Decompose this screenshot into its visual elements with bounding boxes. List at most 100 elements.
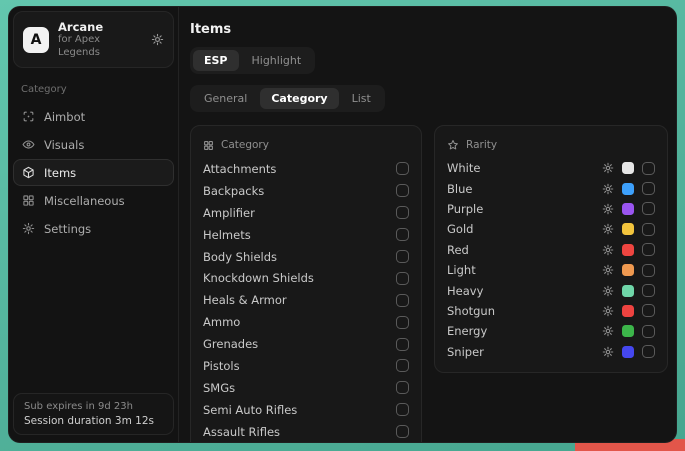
rarity-row-label: Energy <box>447 324 602 338</box>
cube-icon <box>22 166 35 179</box>
panels-row: Category Attachments Backpacks <box>190 125 668 443</box>
app-meta: Arcane for Apex Legends <box>58 20 142 59</box>
app-header-card: A Arcane for Apex Legends <box>13 11 174 68</box>
rarity-row: Energy <box>447 321 655 341</box>
rarity-settings-gear-icon[interactable] <box>602 223 614 235</box>
rarity-panel-header: Rarity <box>447 134 655 156</box>
rarity-checkbox[interactable] <box>642 223 655 236</box>
rarity-color-swatch[interactable] <box>622 223 634 235</box>
category-row: Helmets <box>203 224 409 246</box>
category-checkbox[interactable] <box>396 206 409 219</box>
tab-list[interactable]: List <box>341 88 382 109</box>
rarity-list: White <box>447 158 655 362</box>
category-checkbox[interactable] <box>396 184 409 197</box>
sub-expiry-text: Sub expires in 9d 23h <box>24 401 163 412</box>
rarity-row-controls <box>602 162 655 175</box>
rarity-checkbox[interactable] <box>642 182 655 195</box>
rarity-settings-gear-icon[interactable] <box>602 305 614 317</box>
rarity-row-label: Sniper <box>447 345 602 359</box>
rarity-row: Purple <box>447 199 655 219</box>
category-row-label: Helmets <box>203 228 251 242</box>
rarity-panel-title: Rarity <box>466 139 497 151</box>
rarity-color-swatch[interactable] <box>622 183 634 195</box>
rarity-color-swatch[interactable] <box>622 244 634 256</box>
category-row-label: Backpacks <box>203 184 264 198</box>
rarity-row-controls <box>602 182 655 195</box>
category-checkbox[interactable] <box>396 403 409 416</box>
rarity-checkbox[interactable] <box>642 345 655 358</box>
rarity-panel: Rarity White <box>434 125 668 373</box>
category-checkbox[interactable] <box>396 425 409 438</box>
rarity-settings-gear-icon[interactable] <box>602 183 614 195</box>
rarity-color-swatch[interactable] <box>622 305 634 317</box>
category-checkbox[interactable] <box>396 272 409 285</box>
rarity-row: Sniper <box>447 342 655 362</box>
crosshair-icon <box>22 110 35 123</box>
category-checkbox[interactable] <box>396 250 409 263</box>
tab-esp[interactable]: ESP <box>193 50 239 71</box>
rarity-row-controls <box>602 223 655 236</box>
sidebar-item-label: Items <box>44 166 76 180</box>
rarity-color-swatch[interactable] <box>622 162 634 174</box>
rarity-checkbox[interactable] <box>642 304 655 317</box>
grid-icon <box>22 194 35 207</box>
tab-category[interactable]: Category <box>260 88 338 109</box>
rarity-row-label: White <box>447 161 602 175</box>
rarity-checkbox[interactable] <box>642 264 655 277</box>
rarity-row: Gold <box>447 219 655 239</box>
sidebar-item-miscellaneous[interactable]: Miscellaneous <box>13 187 174 214</box>
category-panel-title: Category <box>221 139 269 151</box>
rarity-settings-gear-icon[interactable] <box>602 285 614 297</box>
rarity-settings-gear-icon[interactable] <box>602 203 614 215</box>
view-tab-group: General Category List <box>190 85 385 112</box>
category-checkbox[interactable] <box>396 162 409 175</box>
category-row: Amplifier <box>203 202 409 224</box>
eye-icon <box>22 138 35 151</box>
rarity-settings-gear-icon[interactable] <box>602 346 614 358</box>
rarity-settings-gear-icon[interactable] <box>602 244 614 256</box>
rarity-row-label: Shotgun <box>447 304 602 318</box>
rarity-color-swatch[interactable] <box>622 346 634 358</box>
rarity-row-controls <box>602 304 655 317</box>
app-settings-gear-icon[interactable] <box>151 33 164 46</box>
category-checkbox[interactable] <box>396 338 409 351</box>
category-panel-header: Category <box>203 134 409 156</box>
category-row: Ammo <box>203 311 409 333</box>
category-row-label: Assault Rifles <box>203 425 280 439</box>
rarity-settings-gear-icon[interactable] <box>602 325 614 337</box>
category-checkbox[interactable] <box>396 381 409 394</box>
rarity-color-swatch[interactable] <box>622 285 634 297</box>
rarity-checkbox[interactable] <box>642 202 655 215</box>
rarity-row-label: Red <box>447 243 602 257</box>
page-title: Items <box>190 22 668 37</box>
tab-general[interactable]: General <box>193 88 258 109</box>
rarity-settings-gear-icon[interactable] <box>602 264 614 276</box>
grid-2x2-icon <box>203 140 214 151</box>
app-subtitle: for Apex Legends <box>58 34 142 59</box>
category-checkbox[interactable] <box>396 316 409 329</box>
category-row: Knockdown Shields <box>203 267 409 289</box>
rarity-color-swatch[interactable] <box>622 264 634 276</box>
rarity-checkbox[interactable] <box>642 325 655 338</box>
rarity-row-label: Heavy <box>447 284 602 298</box>
rarity-row-controls <box>602 345 655 358</box>
category-row: Grenades <box>203 333 409 355</box>
sidebar-item-items[interactable]: Items <box>13 159 174 186</box>
tab-highlight[interactable]: Highlight <box>241 50 313 71</box>
arcane-window: A Arcane for Apex Legends Category Aimbo <box>8 6 677 443</box>
sidebar-item-settings[interactable]: Settings <box>13 215 174 242</box>
category-checkbox[interactable] <box>396 294 409 307</box>
rarity-color-swatch[interactable] <box>622 325 634 337</box>
category-list: Attachments Backpacks Amplifier <box>203 158 409 443</box>
sidebar-item-aimbot[interactable]: Aimbot <box>13 103 174 130</box>
category-row-label: SMGs <box>203 381 235 395</box>
rarity-checkbox[interactable] <box>642 284 655 297</box>
rarity-checkbox[interactable] <box>642 243 655 256</box>
sidebar-item-visuals[interactable]: Visuals <box>13 131 174 158</box>
rarity-checkbox[interactable] <box>642 162 655 175</box>
app-logo: A <box>23 27 49 53</box>
category-checkbox[interactable] <box>396 359 409 372</box>
rarity-color-swatch[interactable] <box>622 203 634 215</box>
category-checkbox[interactable] <box>396 228 409 241</box>
rarity-settings-gear-icon[interactable] <box>602 162 614 174</box>
